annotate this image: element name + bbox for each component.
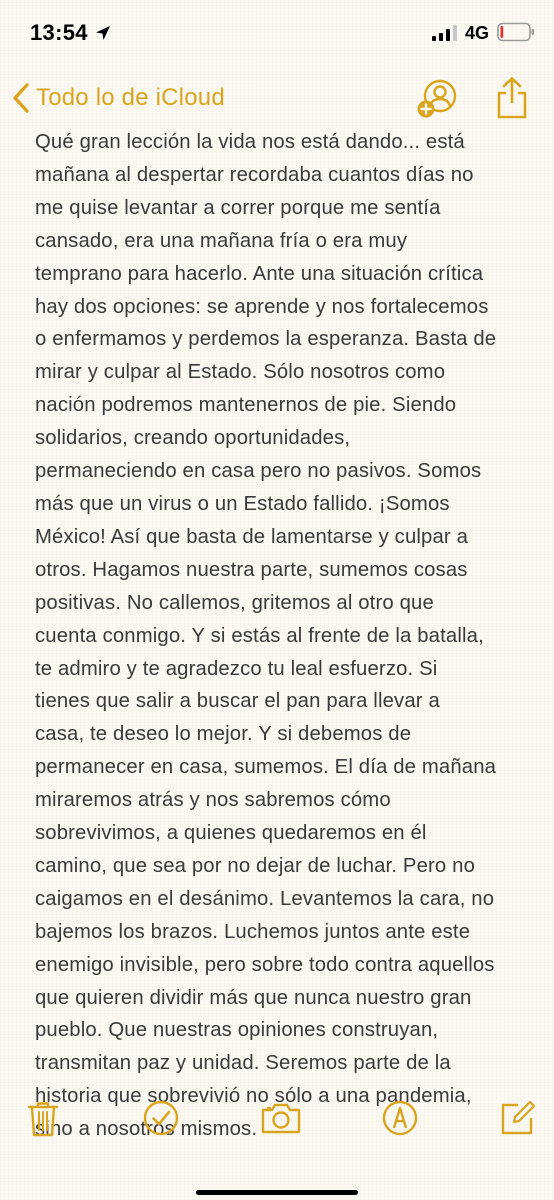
chevron-left-icon <box>13 83 29 113</box>
checklist-icon[interactable] <box>141 1098 181 1138</box>
battery-fill <box>500 26 504 38</box>
home-indicator <box>196 1190 358 1195</box>
note-line: enemigo invisible, pero sobre todo contr… <box>35 953 495 976</box>
note-line: nación podremos mantenernos de pie. Sien… <box>35 394 457 417</box>
note-line: más que un virus o un Estado fallido. ¡S… <box>35 492 450 515</box>
share-icon[interactable] <box>494 76 530 120</box>
note-line: caigamos en el desánimo. Levantemos la c… <box>35 887 495 910</box>
note-line: que quieren dividir más que nunca nuestr… <box>35 986 472 1009</box>
status-time: 13:54 <box>30 20 88 45</box>
note-line: casa, te deseo lo mejor. Y si debemos de <box>35 723 412 746</box>
note-line: otros. Hagamos nuestra parte, sumemos co… <box>35 558 468 581</box>
note-line: bajemos los brazos. Luchemos juntos ante… <box>35 920 471 943</box>
note-text-body[interactable]: Qué gran lección la vida nos está dando.… <box>35 126 535 1146</box>
note-line: miraremos atrás y nos sabremos cómo <box>35 789 391 812</box>
battery-icon <box>497 22 534 42</box>
note-line: cuenta conmigo. Y si estás al frente de … <box>35 624 484 647</box>
note-line: tienes que salir a buscar el pan para ll… <box>35 690 440 713</box>
note-line: te admiro y te agradezco tu leal esfuerz… <box>35 657 438 680</box>
note-line: hay dos opciones: se aprende y nos forta… <box>35 295 489 318</box>
note-line: solidarios, creando oportunidades, <box>35 427 351 450</box>
back-button[interactable]: Todo lo de iCloud <box>10 80 225 116</box>
note-line: me quise levantar a correr porque me sen… <box>35 196 441 219</box>
trash-icon[interactable] <box>23 1098 63 1138</box>
back-button-label: Todo lo de iCloud <box>36 84 225 111</box>
signal-icon <box>432 25 457 41</box>
location-arrow-icon <box>96 26 110 40</box>
add-person-icon[interactable] <box>416 78 458 120</box>
note-line: permanecer en casa, sumemos. El día de m… <box>35 756 497 779</box>
camera-icon[interactable] <box>259 1098 303 1138</box>
markup-icon[interactable] <box>380 1098 420 1138</box>
note-line: permaneciendo en casa pero no pasivos. S… <box>35 460 482 483</box>
note-line: México! Así que basta de lamentarse y cu… <box>35 525 469 548</box>
note-line: mañana al despertar recordaba cuantos dí… <box>35 163 474 186</box>
note-line: pueblo. Que nuestras opiniones construya… <box>35 1019 439 1042</box>
note-line: temprano para hacerlo. Ante una situació… <box>35 262 484 285</box>
note-line: camino, que sea por no dejar de luchar. … <box>35 854 475 877</box>
nav-bar: Todo lo de iCloud <box>0 70 554 126</box>
note-line: transmitan paz y unidad. Seremos parte d… <box>35 1052 451 1075</box>
note-line: cansado, era una mañana fría o era muy <box>35 229 408 252</box>
status-bar: 13:54 4G <box>0 0 554 64</box>
note-line: o enfermamos y perdemos la esperanza. Ba… <box>35 328 497 351</box>
compose-icon[interactable] <box>498 1098 538 1138</box>
bottom-toolbar <box>0 1090 554 1150</box>
note-line: Qué gran lección la vida nos está dando.… <box>35 131 465 153</box>
network-type-label: 4G <box>465 23 490 43</box>
note-line: positivas. No callemos, gritemos al otro… <box>35 591 434 614</box>
note-line: mirar y culpar al Estado. Sólo nosotros … <box>35 361 446 384</box>
note-line: sobrevivimos, a quienes quedaremos en él <box>35 822 427 845</box>
